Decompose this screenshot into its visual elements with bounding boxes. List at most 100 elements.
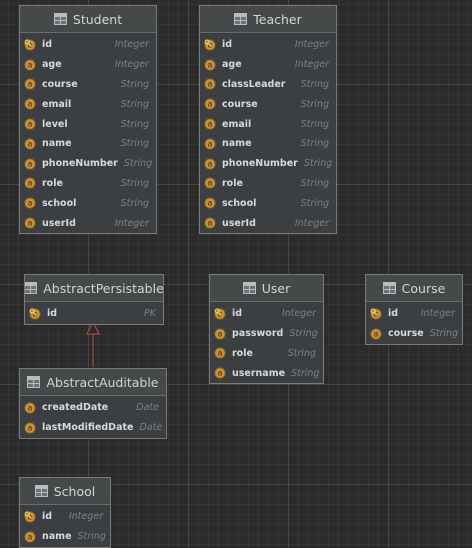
entity-school[interactable]: School aid Integer aname String	[19, 477, 111, 548]
field-row[interactable]: a course String	[20, 75, 156, 95]
field-icon: a	[204, 78, 216, 91]
field-row[interactable]: a school String	[200, 193, 336, 213]
field-row[interactable]: a role String	[200, 174, 336, 194]
field-name: id	[47, 308, 58, 320]
field-name: course	[388, 328, 424, 340]
field-icon: a	[204, 118, 216, 130]
field-row[interactable]: a role String	[20, 174, 156, 194]
field-name: school	[222, 197, 257, 209]
svg-text:a: a	[28, 60, 33, 69]
field-type: String	[300, 177, 329, 189]
field-type: Integer	[281, 308, 316, 320]
svg-text:a: a	[28, 423, 33, 432]
field-name: createdDate	[42, 402, 109, 414]
primary-key-icon: a	[24, 39, 36, 51]
field-row[interactable]: a email String	[200, 114, 336, 134]
field-icon: a	[24, 177, 36, 190]
primary-key-icon: a	[204, 39, 216, 51]
field-list: aidIntegerapasswordStringaroleStringause…	[210, 302, 323, 383]
entity-title: User	[261, 280, 291, 296]
svg-text:a: a	[28, 159, 33, 168]
entity-title: AbstractAuditable	[46, 374, 159, 390]
svg-text:a: a	[218, 329, 223, 338]
field-row[interactable]: a userId Integer	[200, 213, 336, 233]
field-row[interactable]: aid PK	[25, 304, 163, 324]
entity-header[interactable]: Course	[366, 275, 462, 302]
entity-header[interactable]: Student	[20, 6, 156, 33]
field-icon: a	[24, 138, 36, 150]
field-icon: a	[24, 197, 36, 209]
field-type: Integer	[294, 39, 329, 51]
field-name: userId	[222, 217, 256, 229]
field-icon: a	[204, 197, 216, 209]
field-row[interactable]: a password String	[210, 324, 323, 344]
field-row[interactable]: a age Integer	[20, 55, 156, 75]
field-row[interactable]: a school String	[20, 193, 156, 213]
entity-teacher[interactable]: TeacheraidIntegeraageIntegeraclassLeader…	[199, 5, 337, 234]
field-row[interactable]: aid Integer	[366, 304, 462, 324]
entity-abstractauditable[interactable]: AbstractAuditable a createdDate Date a lastMo…	[19, 368, 167, 439]
field-type: String	[289, 328, 318, 340]
field-icon: a	[24, 158, 36, 170]
field-row[interactable]: a createdDate Date	[20, 398, 166, 418]
field-row[interactable]: aid Integer	[200, 35, 336, 55]
svg-text:a: a	[28, 80, 33, 89]
field-icon: a	[204, 59, 216, 71]
field-row[interactable]: aid Integer	[210, 304, 323, 324]
field-list: aid Integer aname String	[20, 505, 110, 547]
table-icon	[25, 282, 38, 294]
field-icon: a	[24, 98, 36, 110]
field-name: id	[232, 308, 243, 320]
field-row[interactable]: a name String	[200, 134, 336, 154]
field-icon: a	[204, 177, 216, 190]
field-row[interactable]: a email String	[20, 94, 156, 114]
field-name: lastModifiedDate	[42, 422, 134, 434]
entity-course[interactable]: Course aid Integer acourse String	[365, 274, 463, 345]
field-row[interactable]: a age Integer	[200, 55, 336, 75]
field-row[interactable]: a level String	[20, 114, 156, 134]
field-row[interactable]: a username String	[210, 363, 323, 383]
field-type: Date	[136, 402, 159, 414]
svg-text:a: a	[218, 349, 223, 358]
entity-title: Course	[401, 280, 446, 296]
entity-user[interactable]: UseraidIntegerapasswordStringaroleString…	[209, 274, 324, 385]
entity-student[interactable]: Student aidIntegeraageIntegeracourseStrin…	[19, 5, 157, 234]
field-row[interactable]: a userId Integer	[20, 213, 156, 233]
entity-header[interactable]: AbstractAuditable	[20, 369, 166, 396]
entity-header[interactable]: AbstractPersistable	[25, 275, 163, 302]
field-icon: a	[204, 217, 216, 229]
table-icon	[27, 376, 41, 388]
svg-text:a: a	[28, 199, 33, 208]
field-row[interactable]: a course String	[200, 94, 336, 114]
primary-key-icon: a	[214, 308, 226, 320]
field-row[interactable]: aid Integer	[20, 507, 110, 527]
field-type: String	[120, 197, 149, 209]
field-row[interactable]: a course String	[366, 324, 462, 344]
field-list: aid Integer acourse String	[366, 302, 462, 344]
entity-abstractpersistable[interactable]: AbstractPersistable aid PK	[24, 274, 164, 325]
field-name: level	[42, 118, 68, 130]
entity-title: Student	[72, 11, 123, 27]
svg-text:a: a	[208, 219, 213, 228]
field-row[interactable]: a classLeader String	[200, 75, 336, 95]
field-name: userId	[42, 217, 76, 229]
field-name: name	[222, 138, 252, 150]
field-icon: a	[24, 78, 36, 91]
field-row[interactable]: a lastModifiedDate Date	[20, 418, 166, 438]
field-row[interactable]: a role String	[210, 344, 323, 364]
field-icon: a	[214, 367, 226, 379]
entity-header[interactable]: Teacher	[200, 6, 336, 33]
svg-text:a: a	[28, 120, 33, 129]
field-row[interactable]: aid Integer	[20, 35, 156, 55]
entity-header[interactable]: School	[20, 478, 110, 505]
field-row[interactable]: a name String	[20, 134, 156, 154]
field-type: String	[120, 177, 149, 189]
field-row[interactable]: a name String	[20, 527, 110, 547]
field-row[interactable]: a phoneNumber String	[20, 154, 156, 174]
field-type: String	[300, 98, 329, 110]
field-row[interactable]: a phoneNumber String	[200, 154, 336, 174]
entity-title: AbstractPersistable	[43, 280, 164, 296]
entity-header[interactable]: User	[210, 275, 323, 302]
table-icon	[53, 13, 67, 25]
svg-text:a: a	[208, 139, 213, 148]
